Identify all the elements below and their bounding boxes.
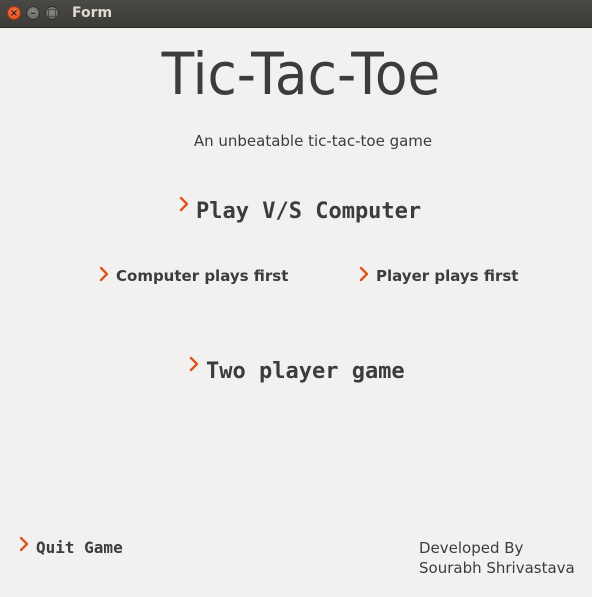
close-window-button[interactable]: ×: [7, 6, 21, 20]
chevron-right-icon: [189, 356, 199, 372]
title-bar[interactable]: × – □ Form: [0, 0, 592, 28]
app-subtitle: An unbeatable tic-tac-toe game: [193, 132, 433, 150]
developed-by-label: Developed By: [419, 539, 524, 557]
chevron-right-icon: [99, 266, 109, 282]
chevron-right-icon: [359, 266, 369, 282]
quit-game-button[interactable]: Quit Game: [18, 536, 123, 557]
developer-credits: Developed By Sourabh Shrivastava: [419, 538, 575, 578]
quit-game-label: Quit Game: [36, 538, 123, 557]
two-player-game-button[interactable]: Two player game: [188, 356, 405, 384]
main-window: × – □ Form Tic-Tac-Toe An unbeatable tic…: [0, 0, 592, 597]
chevron-right-icon: [179, 196, 189, 212]
player-plays-first-label: Player plays first: [376, 267, 519, 285]
computer-plays-first-button[interactable]: Computer plays first: [98, 266, 288, 285]
computer-plays-first-label: Computer plays first: [116, 267, 289, 285]
player-plays-first-button[interactable]: Player plays first: [358, 266, 518, 285]
window-title: Form: [72, 5, 113, 21]
app-title: Tic-Tac-Toe: [161, 40, 441, 108]
minimize-window-button[interactable]: –: [26, 6, 40, 20]
author-name: Sourabh Shrivastava: [419, 559, 575, 577]
chevron-right-icon: [19, 536, 29, 552]
maximize-window-button[interactable]: □: [45, 6, 59, 20]
play-vs-computer-button[interactable]: Play V/S Computer: [178, 196, 421, 224]
two-player-game-label: Two player game: [206, 359, 405, 384]
play-vs-computer-label: Play V/S Computer: [196, 199, 422, 224]
